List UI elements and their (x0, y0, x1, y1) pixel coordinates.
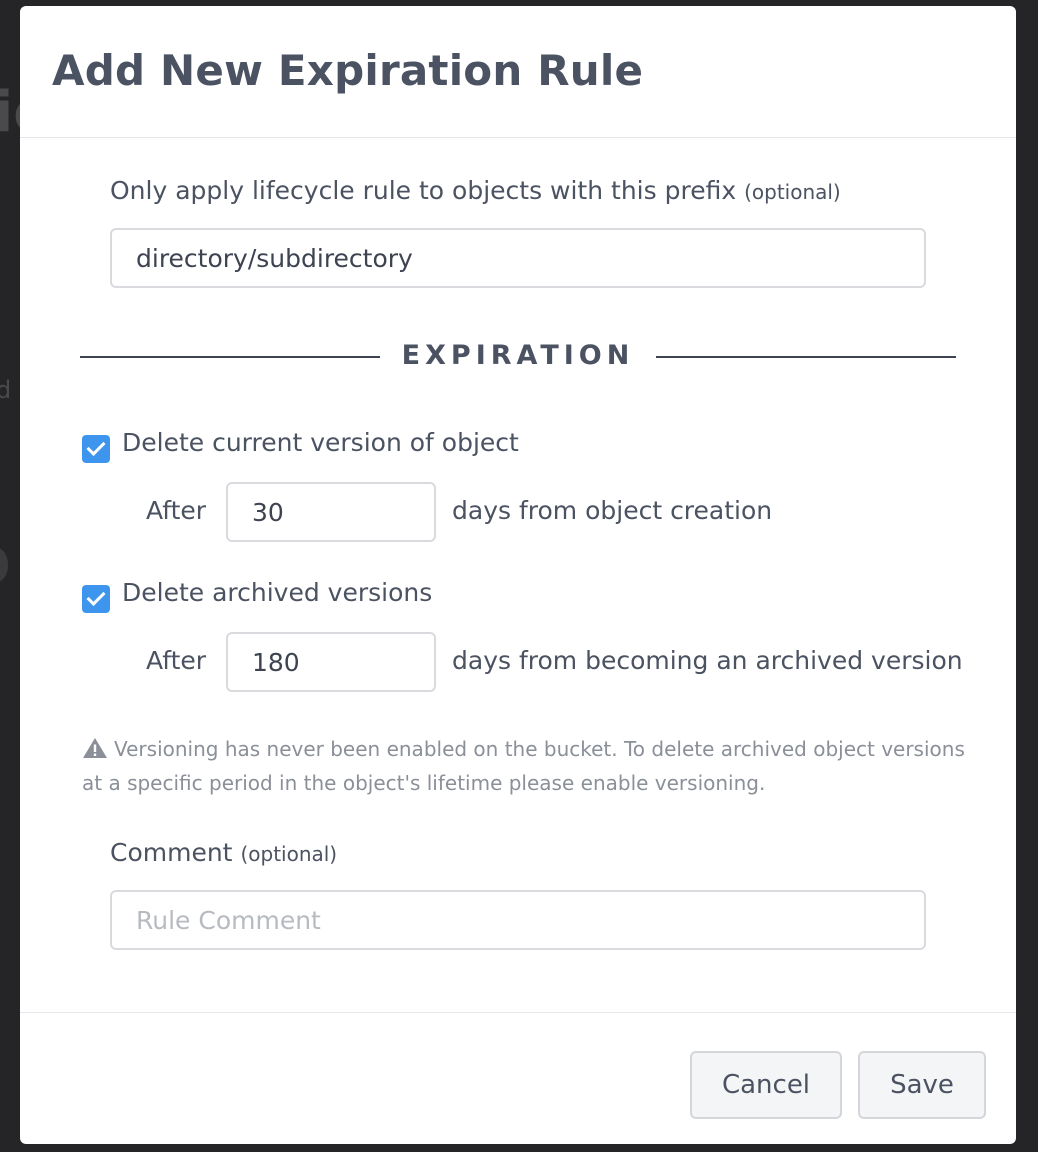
current-days-text: days from object creation (452, 496, 773, 525)
save-button[interactable]: Save (858, 1051, 986, 1119)
cancel-button[interactable]: Cancel (690, 1051, 842, 1119)
divider-line (656, 356, 956, 358)
comment-optional-hint: (optional) (240, 842, 338, 866)
prefix-label-text: Only apply lifecycle rule to objects wit… (110, 176, 737, 205)
archived-versions-days-input[interactable] (226, 632, 436, 692)
archived-days-text: days from becoming an archived version (452, 646, 963, 675)
prefix-label: Only apply lifecycle rule to objects wit… (110, 176, 841, 205)
prefix-input[interactable] (110, 228, 926, 288)
modal-title: Add New Expiration Rule (52, 46, 644, 95)
prefix-optional-hint: (optional) (744, 180, 841, 204)
archived-after-label: After (146, 646, 207, 675)
warning-text: Versioning has never been enabled on the… (82, 737, 965, 795)
current-after-label: After (146, 496, 207, 525)
comment-label-text: Comment (110, 838, 233, 867)
delete-current-version-checkbox[interactable] (82, 435, 110, 463)
comment-label: Comment (optional) (110, 838, 337, 867)
divider-line (80, 356, 380, 358)
delete-current-version-label[interactable]: Delete current version of object (122, 428, 519, 457)
current-version-days-input[interactable] (226, 482, 436, 542)
comment-input[interactable] (110, 890, 926, 950)
expiration-rule-modal: Add New Expiration Rule Only apply lifec… (20, 6, 1016, 1144)
delete-archived-versions-label[interactable]: Delete archived versions (122, 578, 432, 607)
warning-icon (83, 738, 107, 758)
expiration-section-title: EXPIRATION (401, 340, 635, 371)
backdrop-text-fragment: d (0, 376, 12, 404)
modal-footer: Cancel Save (20, 1012, 1016, 1144)
backdrop-circle-fragment (0, 548, 8, 582)
modal-header: Add New Expiration Rule (20, 6, 1016, 138)
versioning-warning: Versioning has never been enabled on the… (82, 732, 982, 800)
delete-archived-versions-checkbox[interactable] (82, 585, 110, 613)
expiration-section-divider: EXPIRATION (80, 336, 956, 380)
